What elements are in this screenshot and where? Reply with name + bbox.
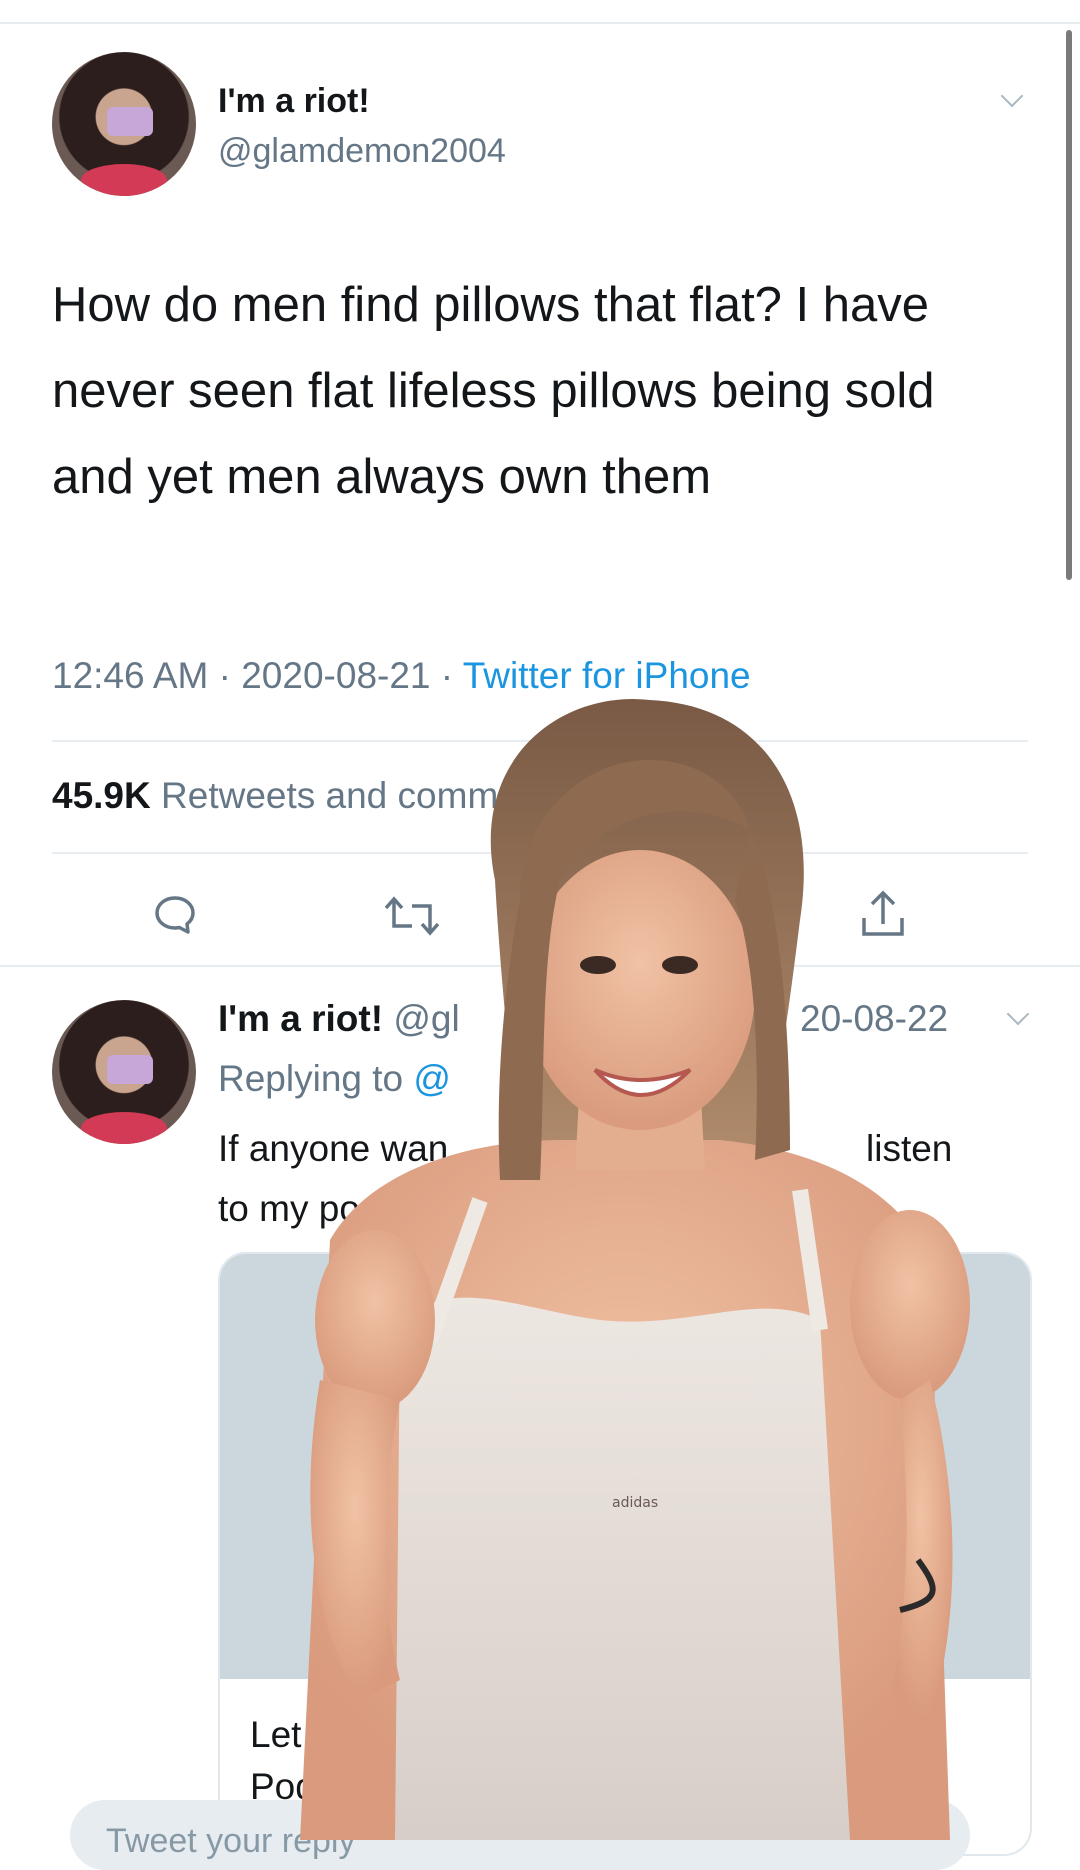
tweet-text: How do men find pillows that flat? I hav… bbox=[52, 278, 935, 504]
tweet-date: 2020-08-21 bbox=[241, 655, 431, 696]
tweet-source-link[interactable]: Twitter for iPhone bbox=[463, 655, 751, 696]
reply-author-avatar[interactable] bbox=[52, 1000, 196, 1144]
replying-to: Replying to @ bbox=[218, 1058, 451, 1100]
share-icon[interactable] bbox=[858, 888, 908, 940]
reply-text-line-1: If anyone wan bbox=[218, 1128, 449, 1169]
author-name[interactable]: I'm a riot! bbox=[218, 82, 370, 121]
reply-icon[interactable] bbox=[150, 890, 200, 940]
divider bbox=[0, 965, 1080, 967]
top-divider bbox=[0, 22, 1080, 24]
reply-header: I'm a riot! @gl bbox=[218, 998, 460, 1040]
card-title-line: Let Me Ruin bbox=[250, 1714, 450, 1755]
meta-separator: · bbox=[218, 655, 242, 696]
tweet-time: 12:46 AM bbox=[52, 655, 209, 696]
tweet-meta: 12:46 AM · 2020-08-21 · Twitter for iPho… bbox=[52, 655, 751, 697]
meta-separator: · bbox=[440, 655, 463, 696]
retweets-label[interactable]: Retweets and comments bbox=[161, 775, 568, 816]
reply-text-line-1-end: listen bbox=[866, 1128, 953, 1169]
author-avatar[interactable] bbox=[52, 52, 196, 196]
likes-label[interactable]: Likes bbox=[677, 775, 763, 816]
chevron-down-icon[interactable] bbox=[1000, 84, 1024, 108]
reply-author-handle[interactable]: @gl bbox=[393, 998, 459, 1039]
card-title: Let Me Ruin Podcasts bbox=[250, 1709, 950, 1813]
likes-count[interactable]: 426K bbox=[578, 775, 666, 816]
author-handle[interactable]: @glamdemon2004 bbox=[218, 132, 506, 171]
divider bbox=[52, 740, 1028, 742]
scrollbar[interactable] bbox=[1066, 30, 1072, 580]
replying-to-handle[interactable]: @ bbox=[413, 1058, 451, 1099]
reply-date[interactable]: 20-08-22 bbox=[800, 998, 948, 1040]
shirt-logo: adidas bbox=[612, 1495, 659, 1511]
tweet-stats: 45.9K Retweets and comments 426K Likes bbox=[52, 775, 764, 817]
compose-placeholder: Tweet your reply bbox=[106, 1822, 356, 1860]
retweets-count[interactable]: 45.9K bbox=[52, 775, 151, 816]
card-image bbox=[220, 1254, 1030, 1679]
replying-to-label: Replying to bbox=[218, 1058, 404, 1099]
chevron-down-icon[interactable] bbox=[1006, 1002, 1030, 1026]
retweet-icon[interactable] bbox=[382, 894, 442, 938]
divider bbox=[52, 852, 1028, 854]
reply-author-name[interactable]: I'm a riot! bbox=[218, 998, 383, 1039]
link-card[interactable]: Let Me Ruin Podcasts bbox=[218, 1252, 1032, 1856]
reply-text-line-2: to my podca bbox=[218, 1188, 420, 1229]
reply-compose-field[interactable]: Tweet your reply bbox=[70, 1800, 970, 1870]
